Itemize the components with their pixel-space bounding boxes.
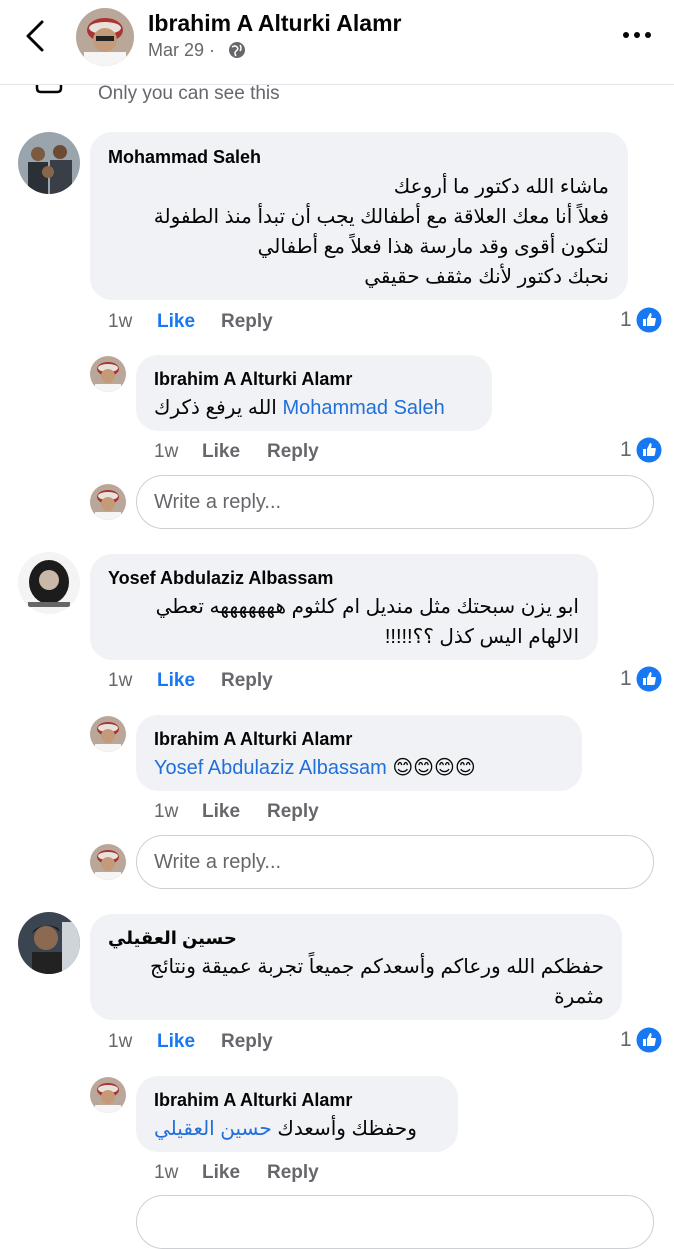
reply-text: الله يرفع ذكرك Mohammad Saleh [154,393,445,423]
like-button[interactable]: Like [202,1162,240,1184]
reply-text: Yosef Abdulaziz Albassam 😊😊😊😊 [154,753,476,783]
reaction-count[interactable]: 1 [620,1028,632,1052]
like-button[interactable]: Like [157,1031,195,1053]
like-button[interactable]: Like [157,311,195,333]
reaction-count[interactable]: 1 [620,438,632,462]
reply-button[interactable]: Reply [221,1031,273,1053]
commenter-name[interactable]: حسين العقيلي [108,928,237,949]
reply-author-name[interactable]: Ibrahim A Alturki Alamr [154,729,352,750]
reply-button[interactable]: Reply [267,801,319,823]
reply-button[interactable]: Reply [221,311,273,333]
comment-text: لتكون أقوى وقد مارسة هذا فعلاً مع أطفالي [257,236,609,258]
write-reply-input[interactable] [136,1195,654,1249]
commenter-avatar[interactable] [18,132,80,194]
more-options-icon[interactable] [622,30,652,40]
reply-text: وحفظك وأسعدك حسين العقيلي [154,1114,417,1144]
write-reply-placeholder: Write a reply... [154,851,282,873]
commenter-name[interactable]: Yosef Abdulaziz Albassam [108,568,333,589]
post-header: Ibrahim A Alturki Alamr Mar 29 · [0,0,674,85]
comment-text: فعلاً أنا معك العلاقة مع أطفالك يجب أن ت… [153,206,609,228]
commenter-avatar[interactable] [18,552,80,614]
comment-text: نحبك دكتور لأنك مثقف حقيقي [364,266,609,288]
comment-text: ماشاء الله دكتور ما أروعك [393,176,609,198]
back-arrow-icon[interactable] [22,18,52,54]
reply-avatar[interactable] [90,356,126,392]
reply-body-text: وحفظك وأسعدك [277,1118,417,1140]
mention-link[interactable]: حسين العقيلي [154,1118,272,1140]
comment-time[interactable]: 1w [108,1031,132,1053]
mention-link[interactable]: Mohammad Saleh [282,397,444,419]
commenter-avatar[interactable] [18,912,80,974]
reply-author-name[interactable]: Ibrahim A Alturki Alamr [154,369,352,390]
comment-text: حفظكم الله ورعاكم وأسعدكم جميعاً تجربة ع… [150,956,604,978]
reply-time[interactable]: 1w [154,441,178,463]
comment-text: الالهام اليس كذل ؟؟!!!!! [384,626,579,648]
visibility-note: Only you can see this [98,83,280,104]
reply-body-text: الله يرفع ذكرك [154,397,277,419]
my-avatar [90,484,126,520]
commenter-name[interactable]: Mohammad Saleh [108,147,261,168]
my-avatar [90,844,126,880]
reply-time[interactable]: 1w [154,801,178,823]
post-date[interactable]: Mar 29 · [148,40,215,61]
reply-button[interactable]: Reply [267,1162,319,1184]
reaction-count[interactable]: 1 [620,667,632,691]
like-reaction-icon[interactable] [636,666,662,692]
like-reaction-icon[interactable] [636,307,662,333]
like-reaction-icon[interactable] [636,1027,662,1053]
like-button[interactable]: Like [202,801,240,823]
reply-button[interactable]: Reply [267,441,319,463]
comment-time[interactable]: 1w [108,670,132,692]
reaction-count[interactable]: 1 [620,308,632,332]
globe-icon [229,42,245,58]
comment-text: ابو يزن سبحتك مثل منديل ام كلثوم ههههههه… [155,596,579,618]
write-reply-placeholder: Write a reply... [154,491,282,513]
author-name[interactable]: Ibrahim A Alturki Alamr [148,10,401,37]
comment-text: مثمرة [554,986,604,1008]
like-reaction-icon[interactable] [636,437,662,463]
emoji-text: 😊😊😊😊 [392,757,476,779]
reply-avatar[interactable] [90,716,126,752]
reply-author-name[interactable]: Ibrahim A Alturki Alamr [154,1090,352,1111]
reply-avatar[interactable] [90,1077,126,1113]
mention-link[interactable]: Yosef Abdulaziz Albassam [154,757,387,779]
reply-time[interactable]: 1w [154,1162,178,1184]
like-button[interactable]: Like [202,441,240,463]
reply-button[interactable]: Reply [221,670,273,692]
comment-time[interactable]: 1w [108,311,132,333]
like-button[interactable]: Like [157,670,195,692]
author-avatar[interactable] [76,8,134,66]
